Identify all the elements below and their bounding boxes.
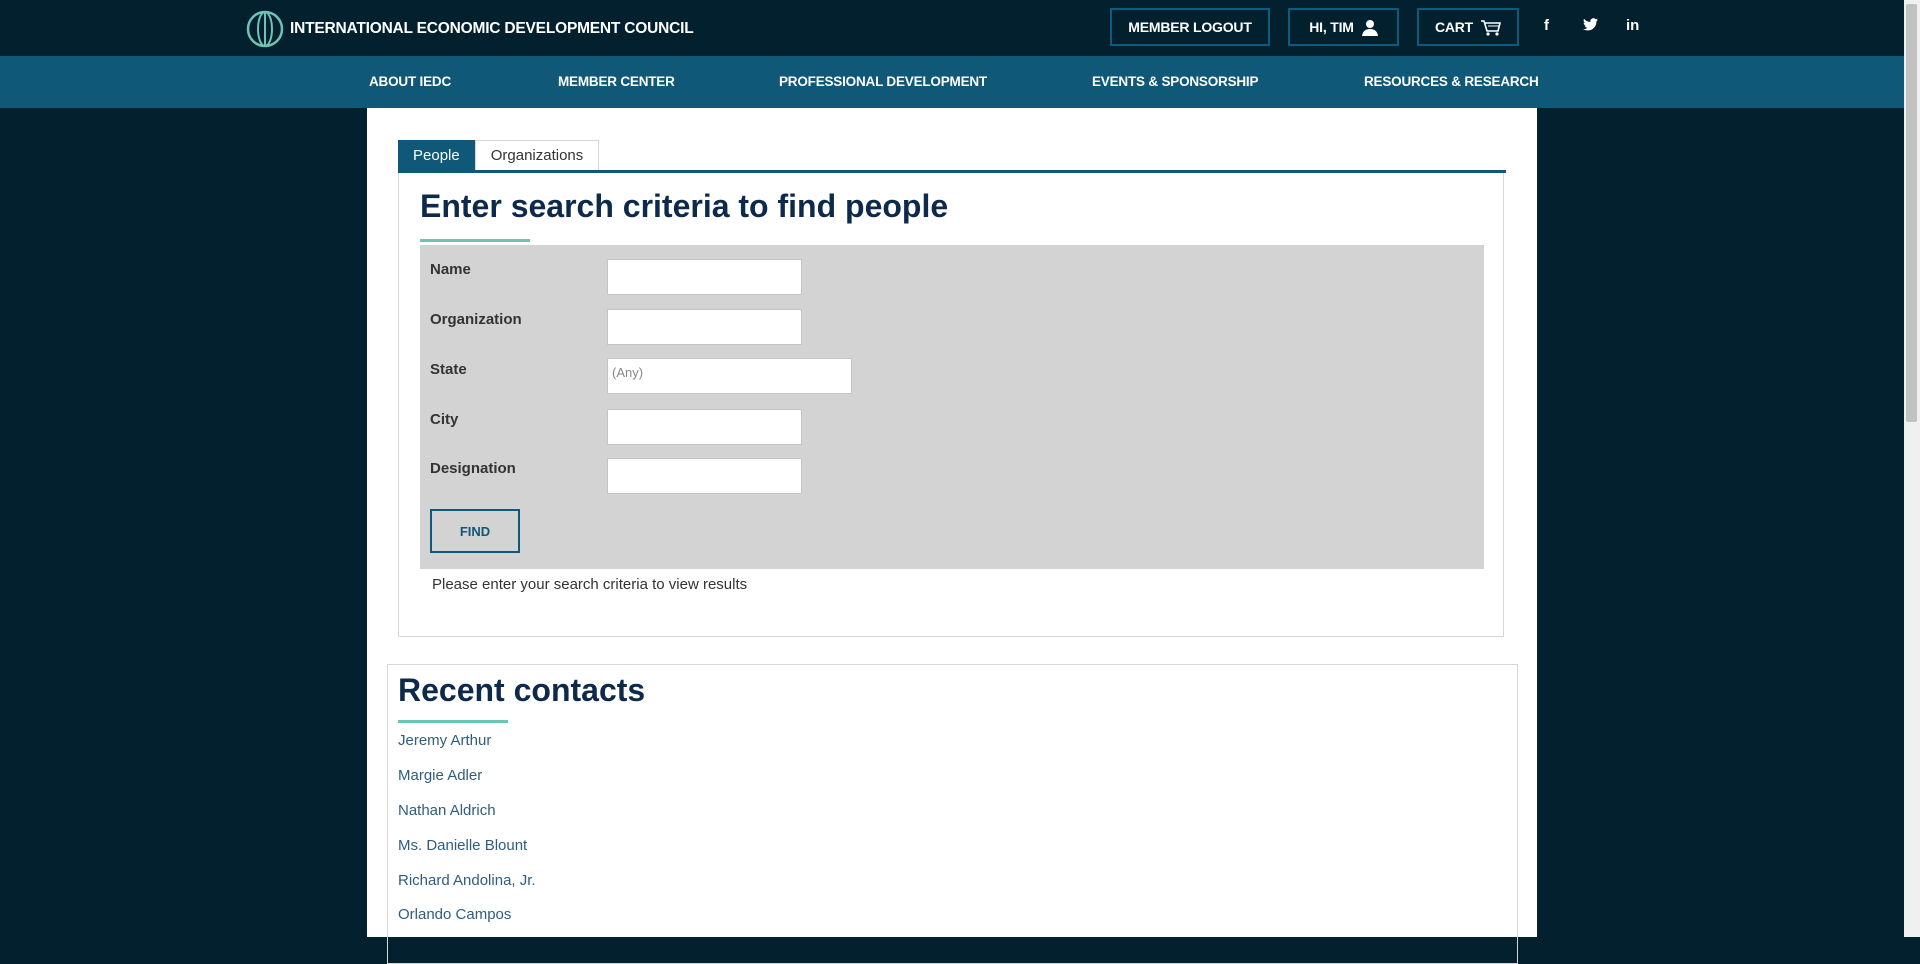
designation-label: Designation	[430, 460, 516, 477]
cart-label: CART	[1434, 19, 1474, 35]
twitter-icon[interactable]	[1583, 18, 1598, 31]
user-icon	[1361, 19, 1378, 36]
nav-resources-research[interactable]: RESOURCES & RESEARCH	[1364, 74, 1539, 89]
contact-link[interactable]: Jeremy Arthur	[398, 732, 491, 749]
city-field[interactable]	[607, 409, 802, 445]
contact-link[interactable]: Nathan Aldrich	[398, 802, 496, 819]
tab-people[interactable]: People	[398, 140, 475, 170]
top-header: INTERNATIONAL ECONOMIC DEVELOPMENT COUNC…	[0, 0, 1904, 56]
heading-accent	[420, 239, 530, 242]
tab-organizations[interactable]: Organizations	[474, 140, 600, 170]
contact-link[interactable]: Richard Andolina, Jr.	[398, 872, 536, 889]
state-label: State	[430, 361, 467, 378]
cart-icon	[1481, 19, 1502, 36]
search-hint: Please enter your search criteria to vie…	[432, 576, 748, 593]
facebook-icon[interactable]: f	[1544, 17, 1549, 34]
find-button[interactable]: FIND	[430, 509, 520, 553]
organization-label: Organization	[430, 311, 522, 328]
nav-about-iedc[interactable]: ABOUT IEDC	[369, 74, 451, 89]
account-label: HI, TIM	[1309, 19, 1354, 35]
member-logout-button[interactable]: MEMBER LOGOUT	[1110, 8, 1270, 46]
name-field[interactable]	[607, 259, 802, 295]
scrollbar-thumb[interactable]	[1906, 4, 1917, 422]
recent-contacts-panel	[387, 664, 1518, 964]
account-button[interactable]: HI, TIM	[1288, 8, 1399, 46]
contact-link[interactable]: Orlando Campos	[398, 906, 511, 923]
globe-logo-icon	[246, 10, 284, 48]
contact-link[interactable]: Ms. Danielle Blount	[398, 837, 527, 854]
search-heading: Enter search criteria to find people	[420, 188, 949, 224]
recent-contacts-heading: Recent contacts	[398, 672, 646, 708]
iedc-logo[interactable]: INTERNATIONAL ECONOMIC DEVELOPMENT COUNC…	[246, 10, 694, 48]
cart-button[interactable]: CART	[1417, 8, 1519, 46]
logo-text: INTERNATIONAL ECONOMIC DEVELOPMENT COUNC…	[290, 20, 694, 37]
search-form: Name Organization State (Any) City Desig…	[420, 245, 1484, 569]
designation-field[interactable]	[607, 458, 802, 494]
nav-member-center[interactable]: MEMBER CENTER	[558, 74, 675, 89]
state-select[interactable]: (Any)	[607, 358, 852, 394]
city-label: City	[430, 411, 459, 428]
main-nav: ABOUT IEDC MEMBER CENTER PROFESSIONAL DE…	[0, 56, 1904, 108]
recent-heading-accent	[398, 720, 508, 723]
organization-field[interactable]	[607, 309, 802, 345]
main-content: People Organizations Enter search criter…	[367, 108, 1537, 964]
contact-link[interactable]: Margie Adler	[398, 767, 482, 784]
nav-professional-development[interactable]: PROFESSIONAL DEVELOPMENT	[779, 74, 987, 89]
nav-events-sponsorship[interactable]: EVENTS & SPONSORSHIP	[1092, 74, 1258, 89]
name-label: Name	[430, 261, 471, 278]
linkedin-icon[interactable]: in	[1626, 17, 1639, 34]
search-tabs: People Organizations	[398, 140, 600, 170]
